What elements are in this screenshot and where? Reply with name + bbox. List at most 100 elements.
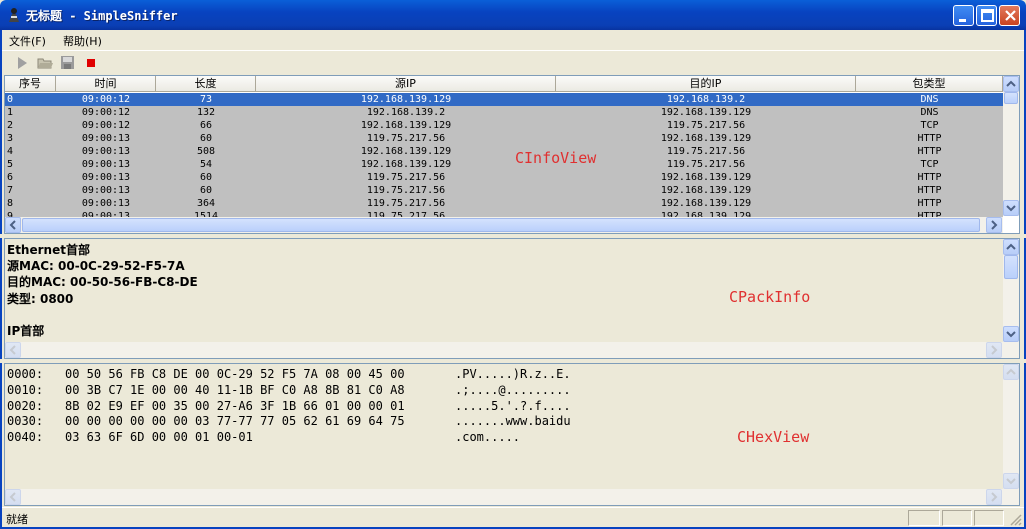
hex-scroll-up-button[interactable] xyxy=(1003,364,1019,380)
packet-list-hscroll[interactable] xyxy=(5,217,1003,233)
status-indicator-1 xyxy=(908,510,940,526)
column-header-time[interactable]: 时间 xyxy=(56,76,156,92)
open-button[interactable] xyxy=(35,54,55,72)
cell-no: 4 xyxy=(7,146,14,157)
save-button[interactable] xyxy=(58,54,78,72)
hex-ascii: .......www.baidu xyxy=(455,414,571,429)
column-header-type[interactable]: 包类型 xyxy=(856,76,1003,92)
resize-grip-icon[interactable] xyxy=(1008,512,1022,526)
scroll-thumb[interactable] xyxy=(1004,92,1018,104)
save-icon xyxy=(61,56,74,69)
packet-info-pane[interactable]: Ethernet首部 源MAC: 00-0C-29-52-F5-7A 目的MAC: … xyxy=(4,238,1020,359)
info-scroll-right-button[interactable] xyxy=(986,342,1002,358)
info-scroll-left-button[interactable] xyxy=(5,342,21,358)
chevron-up-icon xyxy=(1006,243,1016,250)
cell-time: 09:00:13 xyxy=(81,198,131,209)
packet-info-line: IP首部 xyxy=(7,324,45,338)
packet-info-line: 源MAC: 00-0C-29-52-F5-7A xyxy=(7,259,185,274)
pack-info-label: CPackInfo xyxy=(729,288,811,306)
chevron-up-icon xyxy=(1006,368,1016,375)
table-row[interactable]: 7 09:00:13 60 119.75.217.56 192.168.139.129 H… xyxy=(5,184,1003,197)
window-title: 无标题 - SimpleSniffer xyxy=(26,9,178,23)
scroll-down-button[interactable] xyxy=(1003,200,1019,216)
scroll-up-button[interactable] xyxy=(1003,76,1019,92)
menu-file[interactable]: 文件(F) xyxy=(9,33,46,49)
table-row[interactable]: 5 09:00:13 54 192.168.139.129 119.75.217.56 T… xyxy=(5,158,1003,171)
cell-no: 0 xyxy=(7,94,14,105)
scroll-right-button[interactable] xyxy=(986,217,1002,233)
packet-list-vscroll[interactable] xyxy=(1003,76,1019,216)
chevron-right-icon xyxy=(991,220,998,230)
cell-dst-ip: 119.75.217.56 xyxy=(666,146,746,157)
cell-dst-ip: 192.168.139.129 xyxy=(660,198,752,209)
hex-scroll-right-button[interactable] xyxy=(986,489,1002,505)
table-row[interactable]: 8 09:00:13 364 119.75.217.56 192.168.139.129… xyxy=(5,197,1003,210)
cell-length: 54 xyxy=(199,159,213,170)
chevron-left-icon xyxy=(9,220,16,230)
hex-scroll-left-button[interactable] xyxy=(5,489,21,505)
table-row[interactable]: 4 09:00:13 508 192.168.139.129 119.75.217.56… xyxy=(5,145,1003,158)
table-row[interactable]: 1 09:00:12 132 192.168.139.2 192.168.139.129… xyxy=(5,106,1003,119)
start-capture-button[interactable] xyxy=(12,54,32,72)
hex-offset: 0030: xyxy=(7,414,44,429)
table-row[interactable]: 6 09:00:13 60 119.75.217.56 192.168.139.129 H… xyxy=(5,171,1003,184)
minimize-button[interactable] xyxy=(953,5,974,26)
info-vscroll[interactable] xyxy=(1003,239,1019,342)
packet-list[interactable]: 序号 时间 长度 源IP 目的IP 包类型 0 09:00:12 73 192.168… xyxy=(4,75,1020,234)
hex-view-pane[interactable]: 0000: 00 50 56 FB C8 DE 00 0C-29 52 F5 7A… xyxy=(4,363,1020,506)
stop-capture-button[interactable] xyxy=(81,54,101,72)
app-icon xyxy=(9,8,19,22)
chevron-left-icon xyxy=(9,345,16,355)
info-scroll-thumb[interactable] xyxy=(1004,255,1018,279)
info-scroll-down-button[interactable] xyxy=(1003,326,1019,342)
cell-no: 8 xyxy=(7,198,14,209)
title-bar[interactable]: 无标题 - SimpleSniffer xyxy=(0,0,1026,30)
info-scroll-up-button[interactable] xyxy=(1003,239,1019,255)
hex-view-label: CHexView xyxy=(737,428,810,446)
scroll-left-button[interactable] xyxy=(5,217,21,233)
cell-time: 09:00:13 xyxy=(81,146,131,157)
cell-type: HTTP xyxy=(917,146,942,157)
hex-scroll-down-button[interactable] xyxy=(1003,473,1019,489)
hex-bytes: 8B 02 E9 EF 00 35 00 27-A6 3F 1B 66 01 0… xyxy=(65,398,405,413)
column-header-dst-ip[interactable]: 目的IP xyxy=(556,76,856,92)
packet-info-line: Ethernet首部 xyxy=(7,243,90,257)
chevron-up-icon xyxy=(1006,80,1016,87)
cell-dst-ip: 192.168.139.129 xyxy=(660,133,752,144)
cell-length: 60 xyxy=(199,172,213,183)
cell-dst-ip: 119.75.217.56 xyxy=(666,120,746,131)
hex-offset: 0000: xyxy=(7,367,44,381)
column-header-no[interactable]: 序号 xyxy=(5,76,56,92)
status-bar: 就绪 xyxy=(2,507,1024,527)
chevron-down-icon xyxy=(1006,331,1016,338)
cell-src-ip: 192.168.139.129 xyxy=(360,120,452,131)
packet-list-header: 序号 时间 长度 源IP 目的IP 包类型 xyxy=(5,76,1003,92)
cell-no: 1 xyxy=(7,107,14,118)
info-view-label: CInfoView xyxy=(515,149,597,167)
hex-offset: 0040: xyxy=(7,430,44,445)
close-button[interactable] xyxy=(999,5,1020,26)
info-hscroll[interactable] xyxy=(5,342,1019,358)
menu-help[interactable]: 帮助(H) xyxy=(63,33,102,49)
cell-no: 6 xyxy=(7,172,14,183)
packet-info-line: 类型: 0800 xyxy=(7,291,74,306)
hex-bytes: 00 50 56 FB C8 DE 00 0C-29 52 F5 7A 08 0… xyxy=(65,367,405,381)
cell-no: 2 xyxy=(7,120,14,131)
hex-vscroll[interactable] xyxy=(1003,364,1019,489)
cell-dst-ip: 192.168.139.129 xyxy=(660,172,752,183)
cell-dst-ip: 192.168.139.2 xyxy=(666,94,746,105)
close-icon xyxy=(1005,10,1016,21)
table-row[interactable]: 0 09:00:12 73 192.168.139.129 192.168.139.2 D… xyxy=(5,93,1003,106)
table-row[interactable]: 2 09:00:12 66 192.168.139.129 119.75.217.56 T… xyxy=(5,119,1003,132)
cell-no: 5 xyxy=(7,159,14,170)
hex-bytes: 00 3B C7 1E 00 00 40 11-1B BF C0 A8 8B 8… xyxy=(65,382,405,397)
cell-time: 09:00:12 xyxy=(81,120,131,131)
hex-hscroll[interactable] xyxy=(5,489,1019,505)
column-header-length[interactable]: 长度 xyxy=(156,76,256,92)
column-header-src-ip[interactable]: 源IP xyxy=(256,76,556,92)
cell-src-ip: 192.168.139.129 xyxy=(360,159,452,170)
table-row[interactable]: 3 09:00:13 60 119.75.217.56 192.168.139.129 H… xyxy=(5,132,1003,145)
maximize-button[interactable] xyxy=(976,5,997,26)
hscroll-thumb[interactable] xyxy=(22,218,980,232)
cell-src-ip: 119.75.217.56 xyxy=(366,198,446,209)
